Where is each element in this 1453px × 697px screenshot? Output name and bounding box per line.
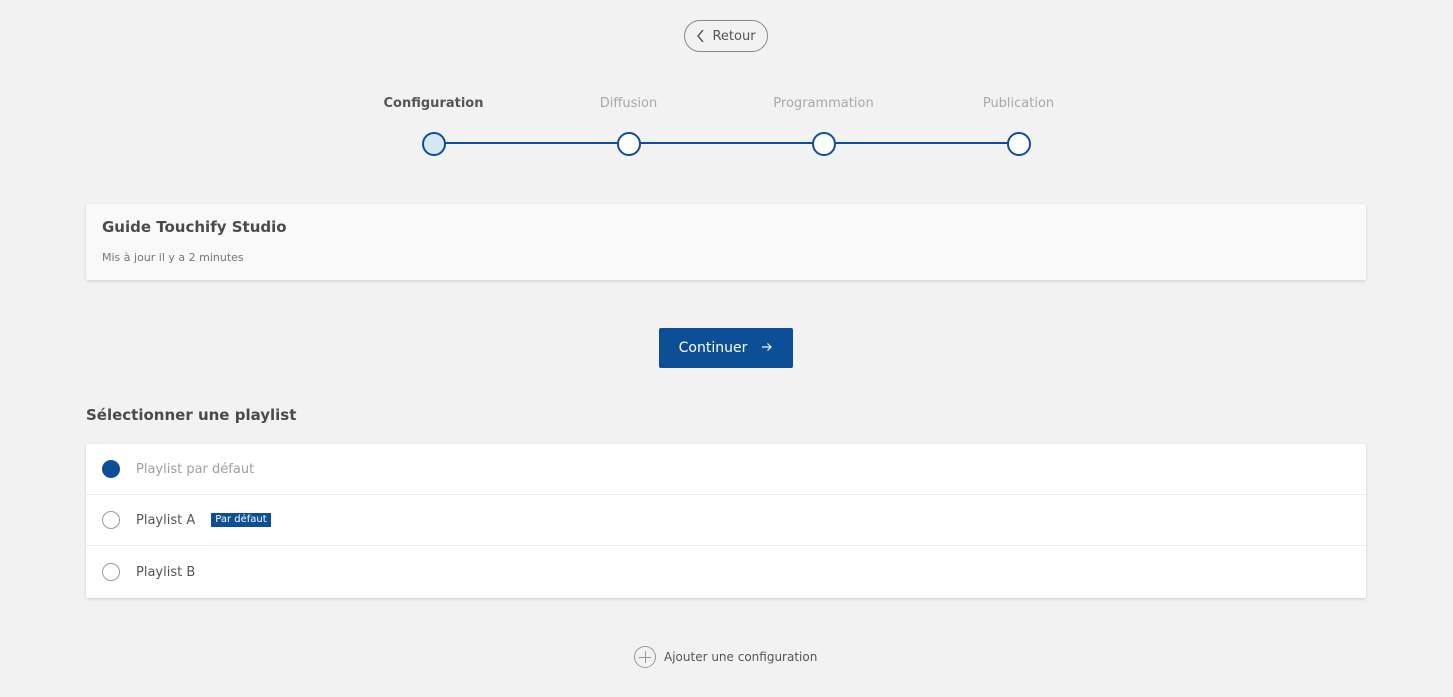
continue-label: Continuer [678, 340, 748, 356]
step-label: Configuration [383, 96, 484, 111]
guide-title: Guide Touchify Studio [102, 218, 287, 236]
playlist-row-a[interactable]: Playlist A Par défaut [86, 495, 1366, 546]
chevron-left-icon [696, 29, 706, 43]
back-button[interactable]: Retour [684, 20, 768, 52]
step-configuration: Configuration [336, 94, 531, 156]
guide-updated-text: Mis à jour il y a 2 minutes [102, 251, 244, 264]
default-badge: Par défaut [211, 513, 271, 527]
step-circle-publication[interactable] [1006, 132, 1031, 156]
stepper: Configuration Diffusion Programmation Pu… [336, 94, 1116, 164]
playlist-name: Playlist par défaut [136, 461, 255, 477]
add-configuration-label: Ajouter une configuration [664, 650, 818, 664]
step-circle-configuration[interactable] [421, 132, 446, 156]
arrow-right-icon [761, 340, 773, 356]
playlist-section-title: Sélectionner une playlist [86, 406, 297, 424]
playlist-row-default[interactable]: Playlist par défaut [86, 444, 1366, 495]
step-label: Publication [982, 96, 1055, 111]
playlist-row-b[interactable]: Playlist B [86, 546, 1366, 598]
plus-circle-icon [634, 646, 656, 668]
radio-unchecked-icon[interactable] [102, 511, 120, 529]
back-label: Retour [712, 28, 756, 44]
step-publication: Publication [921, 94, 1116, 156]
step-circle-diffusion[interactable] [616, 132, 641, 156]
step-diffusion: Diffusion [531, 94, 726, 156]
radio-checked-icon[interactable] [102, 460, 120, 478]
continue-button[interactable]: Continuer [659, 328, 793, 368]
playlist-list: Playlist par défaut Playlist A Par défau… [86, 444, 1366, 598]
step-programmation: Programmation [726, 94, 921, 156]
guide-card: Guide Touchify Studio Mis à jour il y a … [86, 204, 1366, 280]
step-label: Programmation [773, 96, 874, 111]
add-configuration-button[interactable]: Ajouter une configuration [634, 646, 817, 668]
playlist-name: Playlist A [136, 512, 196, 528]
playlist-name: Playlist B [136, 564, 196, 580]
radio-unchecked-icon[interactable] [102, 563, 120, 581]
step-label: Diffusion [599, 96, 658, 111]
step-circle-programmation[interactable] [811, 132, 836, 156]
